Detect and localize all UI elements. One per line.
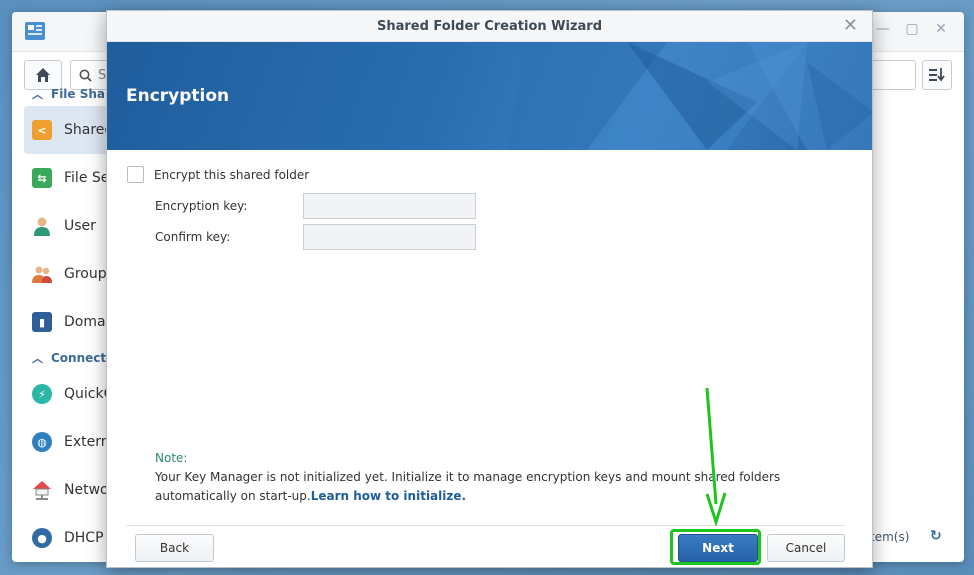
learn-how-link[interactable]: Learn how to initialize.	[311, 489, 466, 503]
external-access-icon: ◍	[32, 432, 52, 452]
minimize-icon[interactable]: —	[876, 22, 890, 36]
close-icon[interactable]: ✕	[843, 16, 858, 36]
key-manager-note: Note: Your Key Manager is not initialize…	[155, 449, 855, 506]
chevron-up-icon: ︿	[32, 352, 43, 365]
network-icon	[32, 480, 52, 500]
encryption-key-input[interactable]	[303, 193, 476, 219]
file-services-icon: ⇆	[32, 168, 52, 188]
domain-icon: ▮	[32, 312, 52, 332]
filter-input[interactable]	[870, 60, 916, 90]
maximize-icon[interactable]: ▢	[905, 22, 919, 36]
next-button[interactable]: Next	[678, 534, 758, 562]
confirm-key-input[interactable]	[303, 224, 476, 250]
wizard-title: Shared Folder Creation Wizard	[376, 18, 603, 34]
encrypt-label: Encrypt this shared folder	[154, 167, 310, 182]
confirm-key-label: Confirm key:	[155, 230, 231, 244]
sort-button[interactable]	[922, 60, 952, 90]
item-count-label: tem(s)	[870, 530, 910, 544]
home-icon	[36, 68, 50, 82]
wizard-banner: Encryption	[107, 42, 872, 150]
chevron-up-icon: ︿	[32, 88, 43, 101]
cancel-button[interactable]: Cancel	[767, 534, 845, 562]
group-icon	[32, 264, 52, 284]
encryption-key-label: Encryption key:	[155, 199, 248, 213]
user-icon	[32, 216, 52, 236]
wizard-footer-divider	[126, 525, 845, 526]
quickconnect-icon: ⚡	[32, 384, 52, 404]
shared-folder-icon: <	[32, 120, 52, 140]
note-title: Note:	[155, 451, 188, 465]
wizard-body: Encrypt this shared folder Encryption ke…	[107, 150, 872, 525]
sort-icon	[929, 68, 945, 82]
search-icon	[79, 69, 92, 82]
wizard-step-title: Encryption	[126, 86, 230, 106]
refresh-icon[interactable]: ↻	[930, 528, 942, 544]
shared-folder-creation-wizard: Shared Folder Creation Wizard ✕ Encrypti…	[106, 10, 873, 568]
encrypt-option[interactable]: Encrypt this shared folder	[127, 166, 309, 183]
note-text: Your Key Manager is not initialized yet.…	[155, 470, 781, 503]
dhcp-server-icon: ●	[32, 528, 52, 548]
back-button[interactable]: Back	[135, 534, 214, 562]
control-panel-app-icon	[25, 22, 45, 40]
close-icon[interactable]: ✕	[934, 22, 948, 36]
encryption-key-row: Encryption key:	[155, 193, 476, 219]
wizard-titlebar: Shared Folder Creation Wizard ✕	[107, 11, 872, 42]
encrypt-checkbox[interactable]	[127, 166, 144, 183]
confirm-key-row: Confirm key:	[155, 224, 476, 250]
